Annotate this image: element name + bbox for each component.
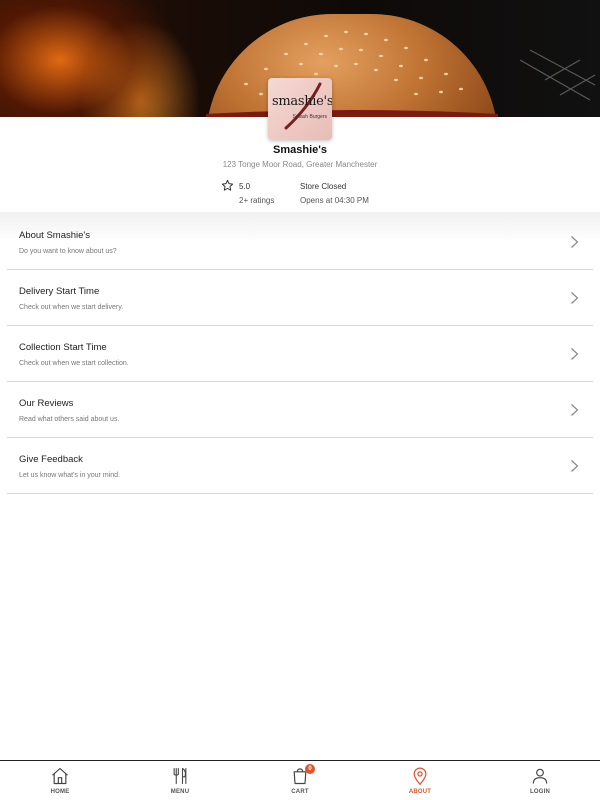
- menu-item-subtitle: Let us know what's in your mind.: [19, 472, 120, 479]
- nav-label: ABOUT: [408, 789, 432, 795]
- menu-item-title: Our Reviews: [19, 398, 74, 409]
- sesame-seeds-graphic: [206, 30, 498, 117]
- menu-item-delivery-start-time[interactable]: Delivery Start Time Check out when we st…: [7, 270, 593, 326]
- menu-item-give-feedback[interactable]: Give Feedback Let us know what's in your…: [7, 438, 593, 494]
- store-status: Store Closed: [300, 182, 347, 191]
- store-name: Smashie's: [273, 144, 327, 156]
- chevron-right-icon: [571, 404, 579, 416]
- grill-graphic: [519, 49, 596, 101]
- user-icon: [532, 768, 548, 784]
- nav-label: HOME: [50, 789, 70, 795]
- store-address: 123 Tonge Moor Road, Greater Manchester: [222, 160, 378, 169]
- menu-item-title: Collection Start Time: [19, 342, 107, 353]
- menu-item-subtitle: Check out when we start collection.: [19, 360, 129, 367]
- menu-item-subtitle: Check out when we start delivery.: [19, 304, 124, 311]
- about-menu-list: About Smashie's Do you want to know abou…: [7, 214, 593, 494]
- nav-item-menu[interactable]: MENU: [120, 761, 240, 800]
- nav-item-about[interactable]: ABOUT: [360, 761, 480, 800]
- bottom-navigation: HOME MENU 0 CART ABOUT LOGIN: [0, 760, 600, 800]
- store-opening-time: Opens at 04:30 PM: [300, 196, 369, 205]
- menu-item-title: About Smashie's: [19, 230, 90, 241]
- cutlery-icon: [173, 767, 187, 785]
- star-icon: [221, 179, 234, 191]
- logo-subtext: Smash Burgers: [292, 114, 327, 120]
- nav-label: MENU: [170, 789, 190, 795]
- cart-count-badge: 0: [305, 764, 315, 774]
- chevron-right-icon: [571, 460, 579, 472]
- chevron-right-icon: [571, 348, 579, 360]
- menu-item-subtitle: Read what others said about us.: [19, 416, 120, 423]
- store-logo: smashie's Smash Burgers: [268, 78, 332, 140]
- menu-item-about[interactable]: About Smashie's Do you want to know abou…: [7, 214, 593, 270]
- rating-value: 5.0: [239, 182, 251, 191]
- menu-item-collection-start-time[interactable]: Collection Start Time Check out when we …: [7, 326, 593, 382]
- nav-label: LOGIN: [530, 789, 550, 795]
- ratings-count: 2+ ratings: [239, 196, 275, 205]
- chevron-right-icon: [571, 292, 579, 304]
- menu-item-title: Delivery Start Time: [19, 286, 100, 297]
- menu-item-our-reviews[interactable]: Our Reviews Read what others said about …: [7, 382, 593, 438]
- home-icon: [52, 767, 68, 785]
- menu-item-subtitle: Do you want to know about us?: [19, 248, 117, 255]
- nav-label: CART: [291, 789, 309, 795]
- location-pin-icon: [413, 767, 427, 786]
- chevron-right-icon: [571, 236, 579, 248]
- nav-item-cart[interactable]: 0 CART: [240, 761, 360, 800]
- nav-item-home[interactable]: HOME: [0, 761, 120, 800]
- menu-item-title: Give Feedback: [19, 454, 83, 465]
- logo-text: smashie's: [272, 94, 332, 109]
- nav-item-login[interactable]: LOGIN: [480, 761, 600, 800]
- logo-brush-stroke: [284, 82, 322, 130]
